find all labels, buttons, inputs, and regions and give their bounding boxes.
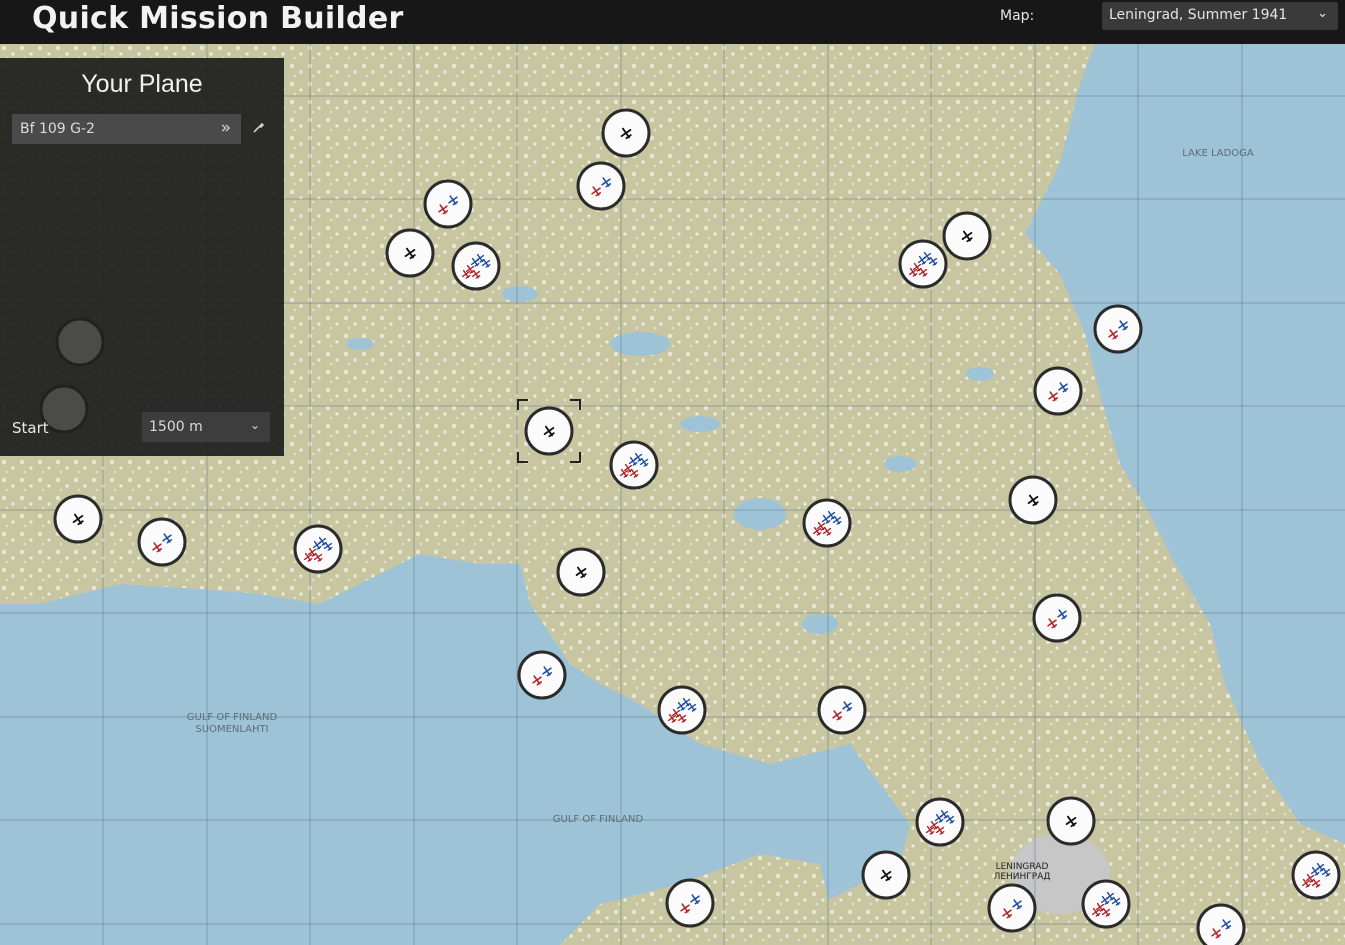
map-label-city-ru: ЛЕНИНГРАД — [994, 872, 1051, 882]
flight-group-marker[interactable] — [293, 524, 343, 574]
map-select-value: Leningrad, Summer 1941 — [1109, 7, 1288, 23]
flight-marker[interactable] — [1093, 304, 1143, 354]
flight-marker[interactable] — [1032, 593, 1082, 643]
flight-group-marker[interactable] — [1081, 879, 1131, 929]
map-label-gulf-1b: SUOMENLAHTI — [195, 724, 268, 735]
flight-marker[interactable] — [987, 883, 1037, 933]
altitude-select[interactable]: 1500 m ⌄ — [142, 412, 270, 442]
map-select[interactable]: Leningrad, Summer 1941 ⌄ — [1102, 2, 1338, 30]
flight-marker[interactable] — [576, 161, 626, 211]
map-label-gulf-2: GULF OF FINLAND — [553, 814, 644, 825]
top-bar: Quick Mission Builder Map: Leningrad, Su… — [0, 0, 1345, 44]
flight-group-marker[interactable] — [898, 239, 948, 289]
start-label: Start — [12, 419, 49, 437]
map-label-city: LENINGRAD — [996, 862, 1049, 872]
altitude-select-value: 1500 m — [149, 419, 203, 435]
airfield-marker[interactable] — [524, 406, 574, 456]
map-label-gulf-1: GULF OF FINLAND — [187, 712, 278, 723]
flight-group-marker[interactable] — [1291, 850, 1341, 900]
flight-group-marker[interactable] — [657, 685, 707, 735]
map-label: Map: — [1000, 8, 1035, 24]
airfield-marker[interactable] — [601, 108, 651, 158]
flight-marker[interactable] — [137, 517, 187, 567]
flight-marker[interactable] — [665, 878, 715, 928]
flight-marker[interactable] — [517, 650, 567, 700]
airfield-marker[interactable] — [556, 547, 606, 597]
flight-group-marker[interactable] — [609, 440, 659, 490]
dimmed-airfield-marker — [55, 317, 105, 367]
flight-marker[interactable] — [817, 685, 867, 735]
chevron-down-icon: ⌄ — [1317, 6, 1328, 21]
flight-group-marker[interactable] — [451, 241, 501, 291]
your-plane-panel: Your Plane Bf 109 G-2 » Start 1500 m ⌄ — [0, 58, 284, 456]
flight-group-marker[interactable] — [915, 797, 965, 847]
flight-marker[interactable] — [423, 179, 473, 229]
map-label-ladoga: LAKE LADOGA — [1182, 148, 1254, 159]
flight-marker[interactable] — [1196, 903, 1246, 945]
app-title: Quick Mission Builder — [32, 1, 404, 36]
airfield-marker[interactable] — [942, 211, 992, 261]
airfield-marker[interactable] — [861, 850, 911, 900]
flight-group-marker[interactable] — [802, 498, 852, 548]
chevron-down-icon: ⌄ — [249, 418, 260, 432]
flight-marker[interactable] — [1033, 366, 1083, 416]
airfield-marker[interactable] — [1008, 475, 1058, 525]
airfield-marker[interactable] — [385, 228, 435, 278]
airfield-marker[interactable] — [1046, 796, 1096, 846]
airfield-marker[interactable] — [53, 494, 103, 544]
